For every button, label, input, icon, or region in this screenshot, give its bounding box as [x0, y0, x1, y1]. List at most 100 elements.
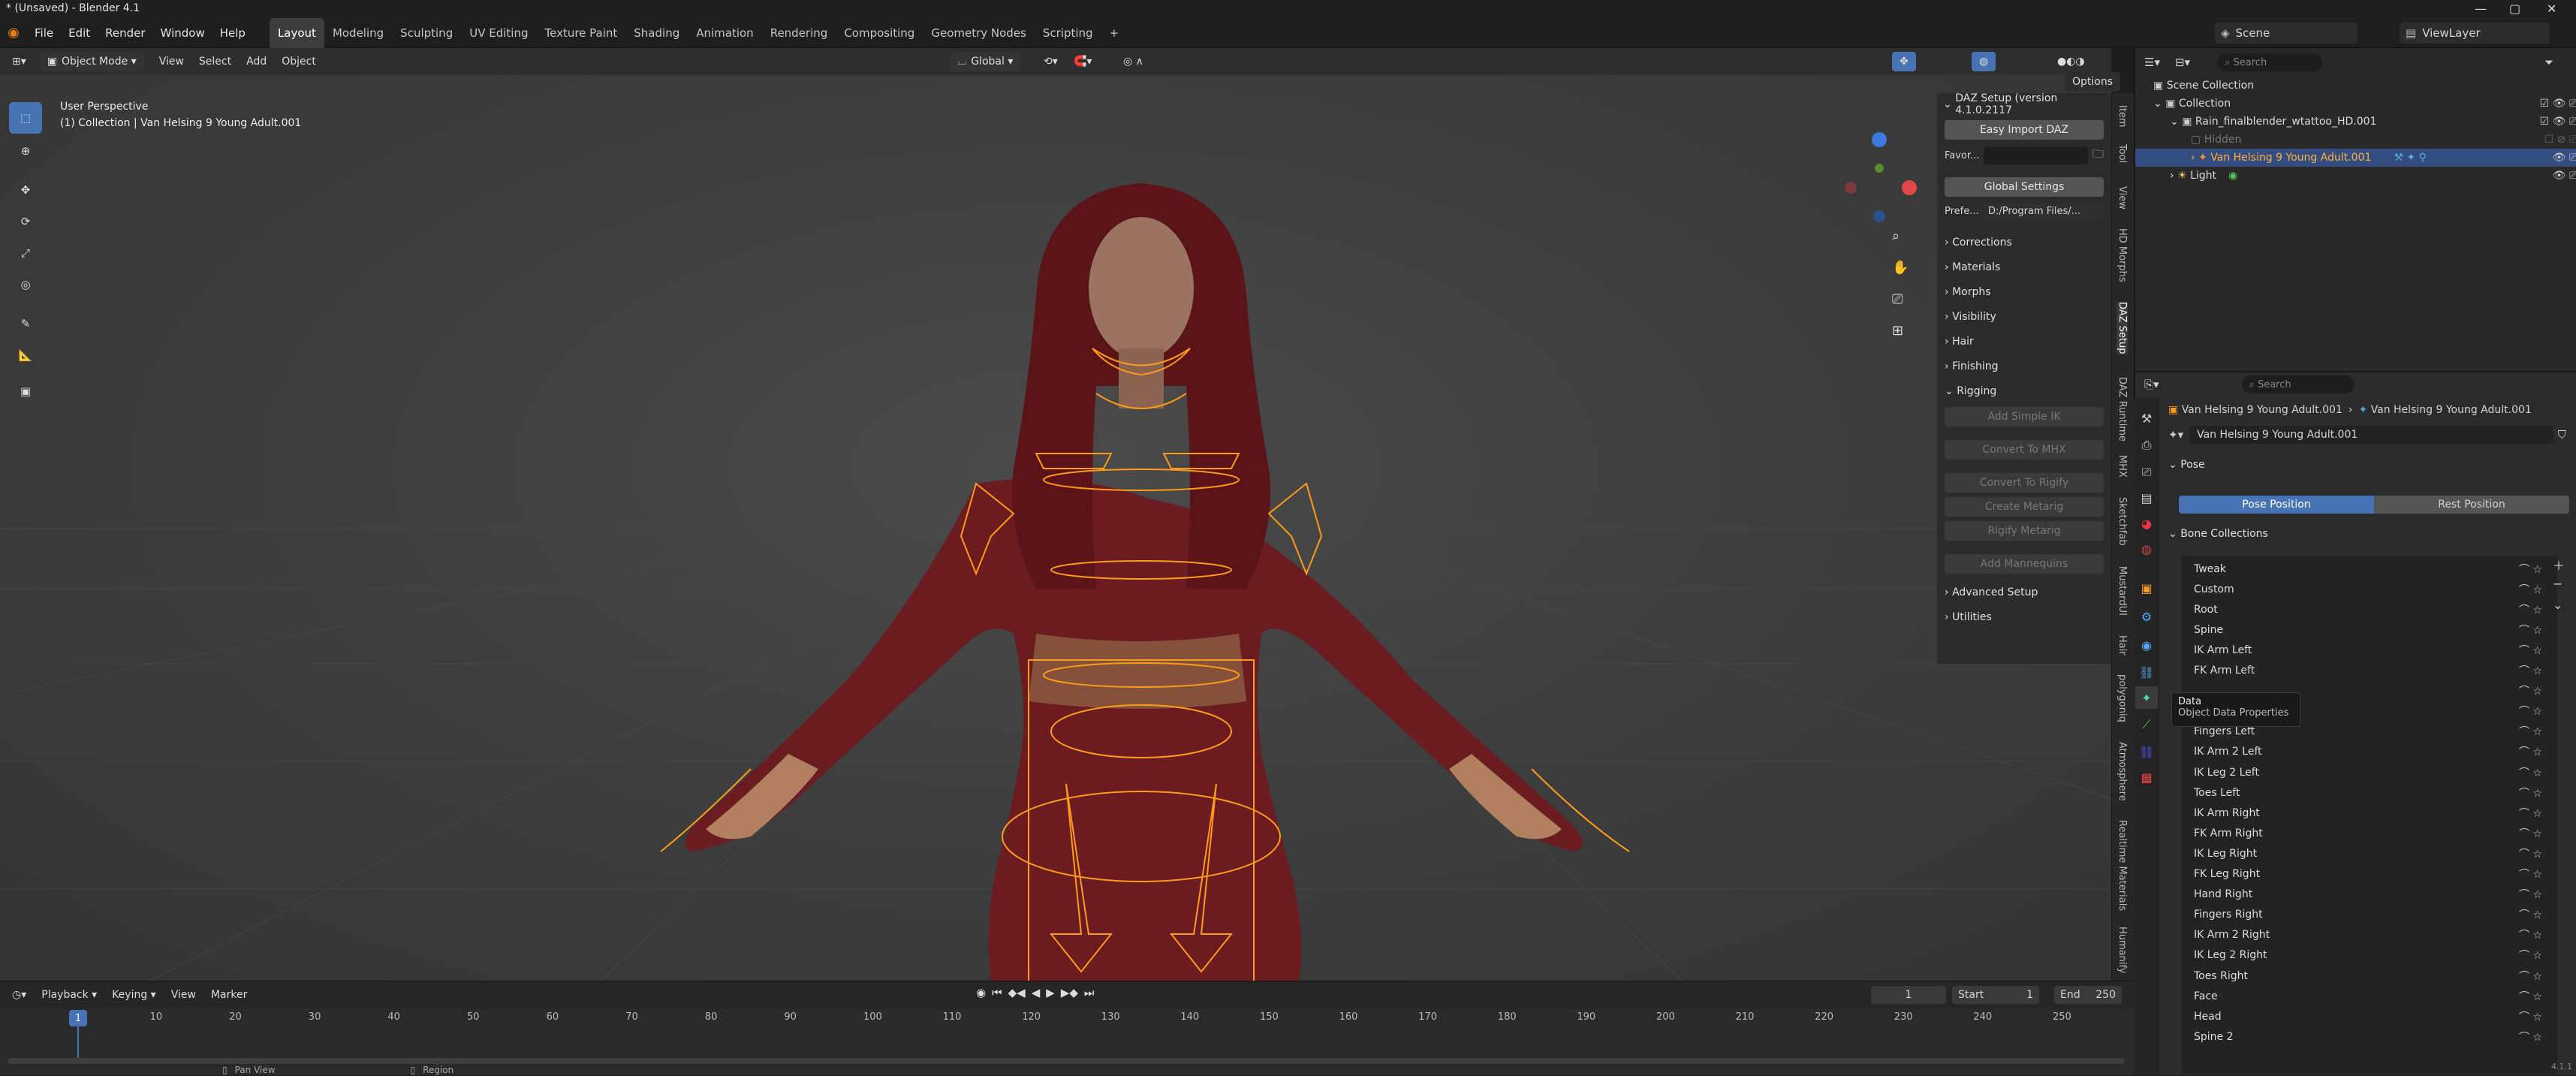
bone-collection-row[interactable]: Root ⌒ ☆: [2182, 599, 2542, 619]
annotate-tool-icon[interactable]: ✎: [9, 308, 42, 339]
global-settings-button[interactable]: Global Settings: [1945, 177, 2104, 197]
modifiers-tab-icon[interactable]: ⚙: [2135, 605, 2158, 628]
bone-collections-header[interactable]: ⌄ Bone Collections: [2168, 523, 2268, 545]
pivot-icon[interactable]: ⟲▾: [1036, 52, 1065, 71]
bone-collection-row[interactable]: FK Arm Right ⌒ ☆: [2182, 823, 2542, 843]
bone-constraint-tab-icon[interactable]: ⛓: [2135, 740, 2158, 763]
filter-icon[interactable]: ⏷: [2544, 56, 2553, 69]
create-metarig-button[interactable]: Create Metarig: [1945, 497, 2104, 517]
start-frame-field[interactable]: Start 1: [1952, 986, 2039, 1004]
play-icon[interactable]: ▶: [1046, 986, 1055, 999]
list-menu-icon[interactable]: ⌄: [2553, 598, 2565, 619]
gizmo-toggle-icon[interactable]: ✥: [1892, 52, 1916, 71]
convert-to-mhx-button[interactable]: Convert To MHX: [1945, 440, 2104, 460]
bone-collection-row[interactable]: IK Leg Right ⌒ ☆: [2182, 843, 2542, 864]
bone-collection-toggles[interactable]: ⌒ ☆: [2497, 622, 2542, 637]
bone-collection-toggles[interactable]: ⌒ ☆: [2497, 602, 2542, 617]
bone-collection-toggles[interactable]: ⌒ ☆: [2497, 1029, 2542, 1044]
bone-collection-toggles[interactable]: ⌒ ☆: [2497, 1009, 2542, 1024]
vtab-tool[interactable]: Tool: [2117, 144, 2128, 163]
daz-setup-header[interactable]: ⌄ DAZ Setup (version 4.1.0.2117: [1937, 92, 2111, 116]
vtab-sketchfab[interactable]: Sketchfab: [2117, 497, 2128, 546]
texture-tab-icon[interactable]: ▦: [2135, 766, 2158, 788]
folder-icon[interactable]: 🗀: [2092, 146, 2104, 165]
section-advanced-setup[interactable]: › Advanced Setup: [1937, 581, 2111, 604]
menu-marker[interactable]: Marker: [203, 985, 255, 1005]
tab-compositing[interactable]: Compositing: [836, 18, 923, 48]
outliner-row-scene-collection[interactable]: ▣ Scene Collection: [2135, 77, 2576, 95]
tab-geometry-nodes[interactable]: Geometry Nodes: [923, 18, 1035, 48]
visibility-toggles[interactable]: 👁 ⎚: [2532, 170, 2576, 182]
section-finishing[interactable]: › Finishing: [1937, 355, 2111, 378]
bone-collection-row[interactable]: IK Leg 2 Right ⌒ ☆: [2182, 945, 2542, 966]
bone-collection-toggles[interactable]: ⌒ ☆: [2497, 826, 2542, 841]
next-keyframe-icon[interactable]: ▶◆: [1061, 986, 1078, 999]
vtab-humanify[interactable]: Humanify: [2117, 927, 2128, 974]
bone-collection-row[interactable]: IK Arm 2 Left ⌒ ☆: [2182, 742, 2542, 762]
object-mode-select[interactable]: ▣ Object Mode ▾: [39, 52, 144, 71]
menu-playback[interactable]: Playback ▾: [34, 985, 104, 1005]
bone-collection-toggles[interactable]: ⌒ ☆: [2497, 765, 2542, 780]
bone-collection-toggles[interactable]: ⌒ ☆: [2497, 948, 2542, 963]
grid-icon[interactable]: ⊞: [1892, 323, 1922, 354]
add-simple-ik-button[interactable]: Add Simple IK: [1945, 407, 2104, 426]
jump-end-icon[interactable]: ⏭: [1084, 986, 1095, 999]
add-collection-icon[interactable]: ＋: [2553, 556, 2565, 577]
move-tool-icon[interactable]: ✥: [9, 174, 42, 206]
output-tab-icon[interactable]: ⎚: [2135, 461, 2158, 484]
bone-collection-toggles[interactable]: ⌒ ☆: [2497, 806, 2542, 821]
vtab-realtime-materials[interactable]: Realtime Materials: [2117, 820, 2128, 911]
bone-collection-toggles[interactable]: ⌒ ☆: [2497, 663, 2542, 678]
pose-section-header[interactable]: ⌄ Pose: [2168, 454, 2205, 476]
options-button[interactable]: Options: [2065, 72, 2121, 92]
tool-tab-icon[interactable]: ⚒: [2135, 407, 2158, 429]
bone-collection-toggles[interactable]: ⌒ ☆: [2497, 683, 2542, 698]
outliner-row-light[interactable]: › ☀ Light ◉ 👁 ⎚: [2135, 167, 2576, 185]
remove-collection-icon[interactable]: −: [2553, 577, 2565, 598]
visibility-toggles[interactable]: ☐ ⊘ ⎚: [2532, 134, 2576, 146]
menu-help[interactable]: Help: [212, 18, 253, 48]
tab-shading[interactable]: Shading: [625, 18, 688, 48]
bone-collection-row[interactable]: Custom ⌒ ☆: [2182, 579, 2542, 599]
bone-collection-toggles[interactable]: ⌒ ☆: [2497, 907, 2542, 922]
bone-collection-row[interactable]: IK Leg 2 Left ⌒ ☆: [2182, 762, 2542, 782]
close-icon[interactable]: ✕: [2547, 2, 2556, 16]
bone-collection-toggles[interactable]: ⌒ ☆: [2497, 867, 2542, 882]
favor-field[interactable]: [1984, 146, 2088, 164]
bone-collection-toggles[interactable]: ⌒ ☆: [2497, 744, 2542, 759]
zoom-icon[interactable]: ⌕: [1892, 228, 1922, 260]
cursor-tool-icon[interactable]: ⊕: [9, 135, 42, 167]
timeline-editor-icon[interactable]: ◷▾: [5, 985, 34, 1005]
datablock-name-field[interactable]: Van Helsing 9 Young Adult.001: [2189, 426, 2553, 444]
bone-collection-row[interactable]: Toes Right ⌒ ☆: [2182, 966, 2542, 986]
section-materials[interactable]: › Materials: [1937, 256, 2111, 279]
jump-start-icon[interactable]: ⏮: [992, 986, 1002, 999]
render-tab-icon[interactable]: ⎙: [2135, 434, 2158, 457]
world-tab-icon[interactable]: ◍: [2135, 538, 2158, 560]
bone-collection-row[interactable]: Head ⌒ ☆: [2182, 1006, 2542, 1026]
visibility-toggles[interactable]: 👁 ⎚: [2532, 152, 2576, 164]
section-rigging[interactable]: ⌄ Rigging: [1937, 380, 2111, 402]
menu-window[interactable]: Window: [153, 18, 212, 48]
menu-add[interactable]: Add: [239, 52, 274, 71]
proportional-edit-icon[interactable]: ◎ ∧: [1116, 52, 1151, 71]
add-mannequins-button[interactable]: Add Mannequins: [1945, 554, 2104, 574]
convert-to-rigify-button[interactable]: Convert To Rigify: [1945, 473, 2104, 493]
visibility-toggles[interactable]: ☑ 👁 ⎚: [2532, 98, 2576, 110]
bone-tab-icon[interactable]: ⟋: [2135, 713, 2158, 736]
vtab-item[interactable]: Item: [2117, 105, 2128, 128]
rotate-tool-icon[interactable]: ⟳: [9, 206, 42, 237]
measure-tool-icon[interactable]: 📐: [9, 339, 42, 371]
bone-collection-toggles[interactable]: ⌒ ☆: [2497, 643, 2542, 658]
vtab-daz-runtime[interactable]: DAZ Runtime: [2117, 377, 2128, 442]
breadcrumb-data[interactable]: Van Helsing 9 Young Adult.001: [2371, 404, 2532, 416]
record-icon[interactable]: ◉: [976, 986, 986, 999]
add-workspace-icon[interactable]: +: [1101, 18, 1128, 48]
vtab-hd-morphs[interactable]: HD Morphs: [2117, 228, 2128, 282]
prefe-select[interactable]: D:/Program Files/...: [1984, 202, 2104, 220]
snap-icon[interactable]: 🧲▾: [1066, 52, 1099, 71]
transform-tool-icon[interactable]: ◎: [9, 269, 42, 300]
vtab-daz-setup[interactable]: DAZ Setup: [2117, 302, 2128, 354]
visibility-toggles[interactable]: ☑ 👁 ⎚: [2532, 116, 2576, 128]
bone-collection-row[interactable]: Tweak ⌒ ☆: [2182, 559, 2542, 579]
